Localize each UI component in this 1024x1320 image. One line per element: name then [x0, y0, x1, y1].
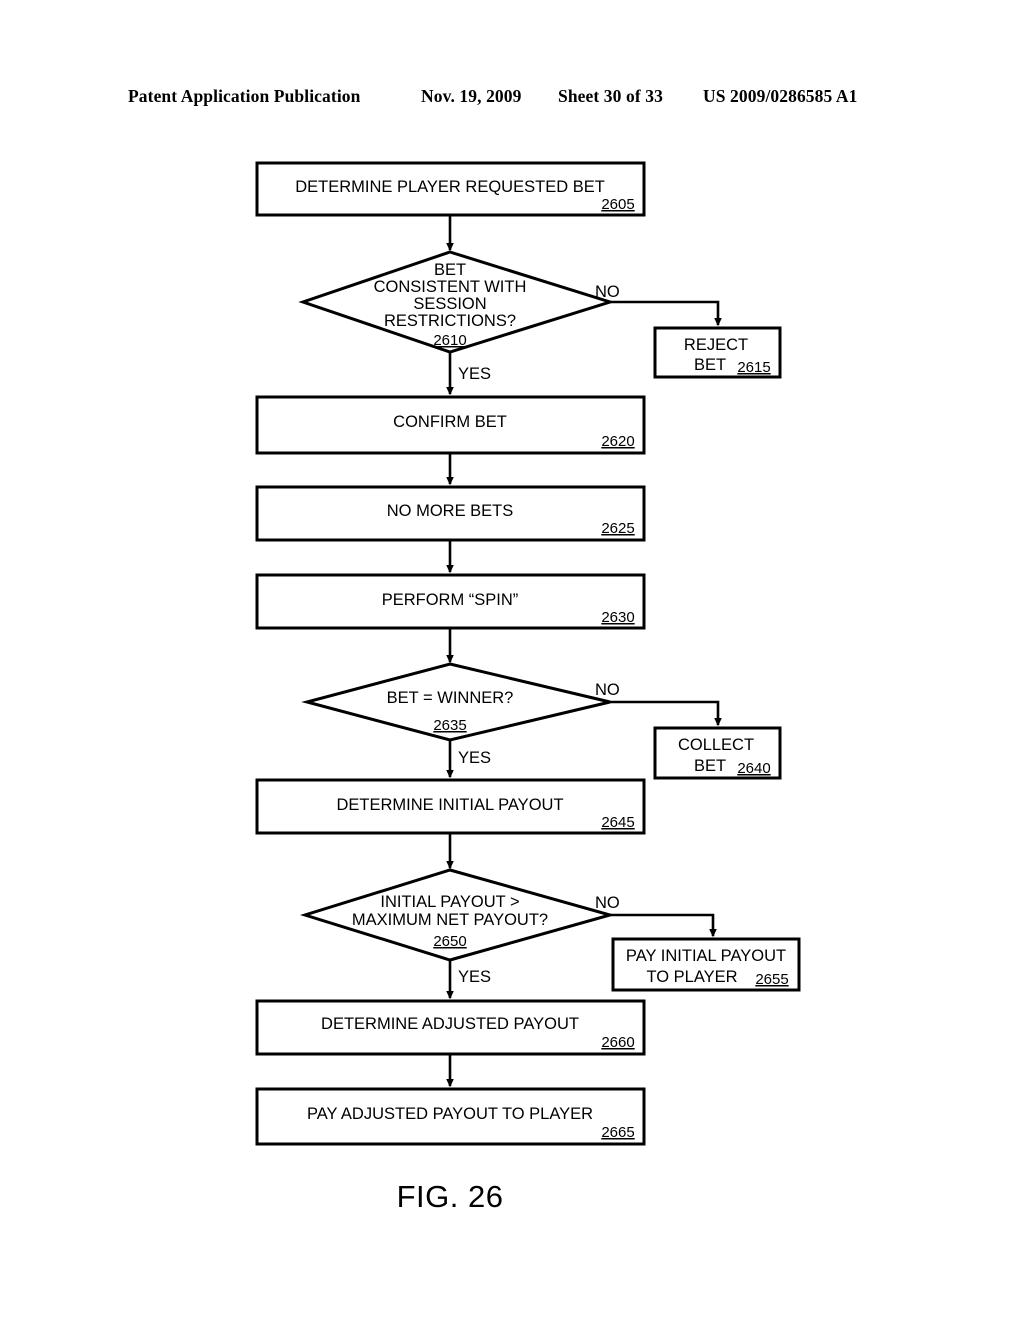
node-2620-confirm-bet: CONFIRM BET 2620: [255, 395, 646, 455]
edge-2635-to-2640-no: NO: [595, 681, 722, 727]
node-2610-bet-consistent-with-session-restrictions: BET CONSISTENT WITH SESSION RESTRICTIONS…: [298, 250, 616, 354]
edge-2610-to-2620-yes: YES: [446, 352, 491, 396]
branch-label-no-2650: NO: [595, 894, 620, 912]
node-2645-ref: 2645: [601, 814, 634, 831]
node-2625-no-more-bets: NO MORE BETS 2625: [255, 485, 646, 542]
edge-2635-to-2645-yes: YES: [446, 740, 491, 779]
node-2655-ref: 2655: [755, 971, 788, 988]
node-2615-label-line2: BET: [694, 356, 726, 374]
node-2620-label: CONFIRM BET: [393, 413, 507, 431]
branch-label-yes-2610: YES: [458, 365, 491, 383]
node-2660-label: DETERMINE ADJUSTED PAYOUT: [321, 1015, 579, 1033]
node-2625-label: NO MORE BETS: [387, 502, 514, 520]
edge-2650-to-2655-no: NO: [595, 894, 717, 938]
node-2630-perform-spin: PERFORM “SPIN” 2630: [255, 573, 646, 630]
node-2660-determine-adjusted-payout: DETERMINE ADJUSTED PAYOUT 2660: [255, 999, 646, 1056]
node-2610-label-line4: RESTRICTIONS?: [384, 312, 516, 330]
node-2650-label-line2: MAXIMUM NET PAYOUT?: [352, 911, 548, 929]
branch-label-no-2610: NO: [595, 283, 620, 301]
node-2645-determine-initial-payout: DETERMINE INITIAL PAYOUT 2645: [255, 778, 646, 835]
node-2620-ref: 2620: [601, 433, 634, 450]
node-2635-ref: 2635: [433, 717, 466, 734]
node-2610-label-line2: CONSISTENT WITH: [374, 278, 527, 296]
node-2650-initial-payout-greater-than-maximum-net-payout: INITIAL PAYOUT > MAXIMUM NET PAYOUT? 265…: [299, 868, 616, 962]
node-2655-label-line1: PAY INITIAL PAYOUT: [626, 947, 786, 965]
node-2645-label: DETERMINE INITIAL PAYOUT: [336, 796, 563, 814]
node-2635-bet-equals-winner: BET = WINNER? 2635: [301, 662, 611, 742]
node-2655-label-line2: TO PLAYER: [646, 968, 737, 986]
node-2630-ref: 2630: [601, 609, 634, 626]
patent-page: Patent Application Publication Nov. 19, …: [0, 0, 1024, 1320]
node-2610-ref: 2610: [433, 332, 466, 349]
flowchart-diagram: DETERMINE PLAYER REQUESTED BET 2605 BET …: [255, 161, 801, 1214]
node-2665-ref: 2665: [601, 1124, 634, 1141]
edge-2650-to-2660-yes: YES: [446, 960, 491, 1000]
node-2610-label-line1: BET: [434, 261, 466, 279]
node-2665-label: PAY ADJUSTED PAYOUT TO PLAYER: [307, 1105, 593, 1123]
node-2605-ref: 2605: [601, 196, 634, 213]
node-2605-label: DETERMINE PLAYER REQUESTED BET: [295, 178, 605, 196]
node-2615-reject-bet: REJECT BET 2615: [653, 326, 782, 379]
node-2655-pay-initial-payout-to-player: PAY INITIAL PAYOUT TO PLAYER 2655: [611, 937, 801, 992]
node-2665-pay-adjusted-payout-to-player: PAY ADJUSTED PAYOUT TO PLAYER 2665: [255, 1087, 646, 1146]
node-2630-label: PERFORM “SPIN”: [382, 591, 519, 609]
node-2640-label-line2: BET: [694, 757, 726, 775]
node-2650-label-line1: INITIAL PAYOUT >: [380, 893, 519, 911]
node-2625-ref: 2625: [601, 520, 634, 537]
branch-label-no-2635: NO: [595, 681, 620, 699]
branch-label-yes-2635: YES: [458, 749, 491, 767]
node-2615-label-line1: REJECT: [684, 336, 748, 354]
node-2640-collect-bet: COLLECT BET 2640: [653, 726, 782, 780]
node-2640-label-line1: COLLECT: [678, 736, 754, 754]
node-2635-label: BET = WINNER?: [387, 689, 514, 707]
node-2650-ref: 2650: [433, 933, 466, 950]
node-2610-label-line3: SESSION: [413, 295, 486, 313]
edge-2610-to-2615-no: NO: [595, 283, 722, 327]
node-2660-ref: 2660: [601, 1034, 634, 1051]
figure-caption: FIG. 26: [397, 1179, 504, 1214]
branch-label-yes-2650: YES: [458, 968, 491, 986]
node-2640-ref: 2640: [737, 760, 770, 777]
node-2605-determine-player-requested-bet: DETERMINE PLAYER REQUESTED BET 2605: [255, 161, 646, 217]
node-2615-ref: 2615: [737, 359, 770, 376]
